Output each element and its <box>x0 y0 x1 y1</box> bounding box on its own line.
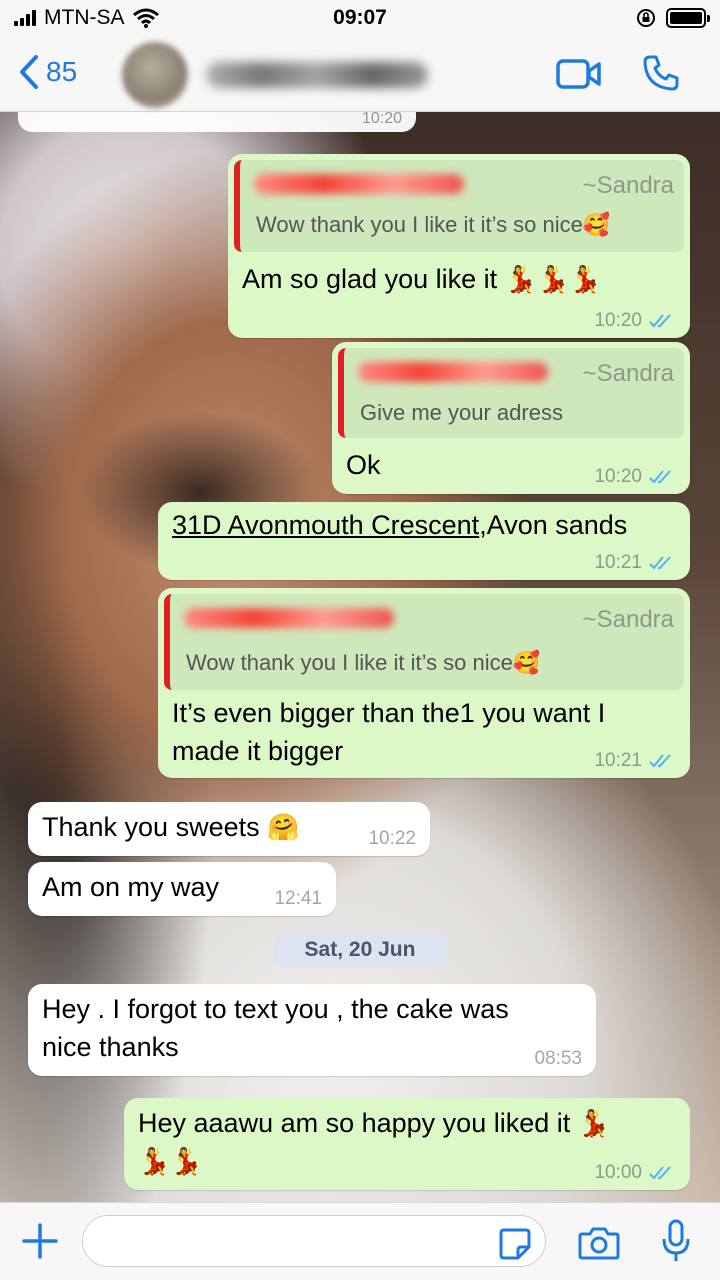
dancer-emoji: 💃 <box>577 1108 611 1138</box>
quoted-message[interactable]: ~Sandra Wow thank you I like it it’s so … <box>234 160 684 252</box>
quoted-sender-redacted <box>254 174 464 194</box>
unread-count: 85 <box>46 56 78 87</box>
incoming-message[interactable]: Thank you sweets 🤗 10:22 <box>28 802 430 856</box>
quoted-message[interactable]: ~Sandra Wow thank you I like it it’s so … <box>164 594 684 690</box>
chat-area[interactable]: 10:20 ~Sandra Wow thank you I like it it… <box>0 112 720 1202</box>
dancer-emoji: 💃💃 <box>138 1146 203 1176</box>
message-line-2: made it bigger <box>172 736 344 766</box>
hugging-emoji: 🤗 <box>267 812 300 842</box>
video-call-button[interactable] <box>556 58 602 95</box>
quoted-text: Give me your adress <box>360 400 563 425</box>
message-meta: 10:20 <box>594 310 676 332</box>
outgoing-message[interactable]: 31D Avonmouth Crescent,Avon sands 10:21 <box>158 502 690 580</box>
clock: 09:07 <box>333 6 387 29</box>
message-line-2: 💃💃 <box>138 1142 203 1180</box>
camera-icon <box>578 1227 620 1260</box>
camera-button[interactable] <box>578 1225 620 1266</box>
quoted-text: Wow thank you I like it it’s so nice🥰 <box>186 650 541 675</box>
quoted-sender-redacted <box>184 608 394 628</box>
read-ticks-icon <box>649 754 671 768</box>
phone-icon <box>643 55 679 91</box>
read-ticks-icon <box>649 556 671 570</box>
read-ticks-icon <box>649 1166 671 1180</box>
outgoing-message[interactable]: ~Sandra Give me your adress Ok 10:20 <box>332 342 690 494</box>
message-input-bar <box>0 1202 720 1280</box>
message-text: Am on my way <box>42 872 220 902</box>
quoted-author: ~Sandra <box>582 360 674 387</box>
message-input[interactable] <box>82 1215 546 1267</box>
message-time: 10:20 <box>594 466 642 487</box>
address-link[interactable]: 31D Avonmouth Crescent <box>172 510 479 540</box>
status-bar: MTN-SA 09:07 <box>0 0 720 38</box>
date-separator: Sat, 20 Jun <box>274 932 446 968</box>
contact-avatar[interactable] <box>122 42 188 108</box>
contact-name-redacted[interactable] <box>206 62 428 88</box>
incoming-message[interactable]: Am on my way 12:41 <box>28 862 336 916</box>
message-time: 10:21 <box>594 750 642 771</box>
microphone-icon <box>662 1219 690 1261</box>
back-button[interactable]: 85 <box>18 54 77 90</box>
quoted-author: ~Sandra <box>582 606 674 633</box>
quoted-message[interactable]: ~Sandra Give me your adress <box>338 348 684 438</box>
back-chevron-icon <box>20 55 38 89</box>
message-meta: 10:20 <box>594 466 676 488</box>
voice-record-button[interactable] <box>660 1219 692 1268</box>
read-ticks-icon <box>649 470 671 484</box>
message-text: Ok <box>346 450 381 480</box>
previous-message[interactable]: 10:20 <box>18 112 416 132</box>
quoted-text: Wow thank you I like it it’s so nice🥰 <box>256 212 611 237</box>
message-line-2: nice thanks <box>42 1032 179 1062</box>
read-ticks-icon <box>649 314 671 328</box>
attach-button[interactable] <box>20 1221 60 1266</box>
sticker-button[interactable] <box>498 1227 532 1266</box>
message-line-1: Hey . I forgot to text you , the cake wa… <box>42 994 509 1024</box>
message-meta: 10:00 <box>594 1162 676 1184</box>
message-time: 10:22 <box>368 828 416 849</box>
message-time: 12:41 <box>274 888 322 909</box>
message-meta: 12:41 <box>274 888 322 910</box>
sticker-icon <box>499 1228 531 1260</box>
message-time: 08:53 <box>534 1048 582 1069</box>
message-meta: 08:53 <box>534 1048 582 1070</box>
outgoing-message[interactable]: ~Sandra Wow thank you I like it it’s so … <box>228 154 690 338</box>
message-text: ,Avon sands <box>479 510 628 540</box>
message-meta: 10:22 <box>368 828 416 850</box>
lock-rotation-icon <box>637 9 655 27</box>
message-text: Thank you sweets <box>42 812 260 842</box>
incoming-message[interactable]: Hey . I forgot to text you , the cake wa… <box>28 984 596 1076</box>
message-line-1: Hey aaawu am so happy you liked it 💃 <box>138 1104 610 1142</box>
message-text-row: Am so glad you like it 💃💃💃 <box>242 260 602 298</box>
message-text-row: 31D Avonmouth Crescent,Avon sands <box>172 506 627 544</box>
outgoing-message[interactable]: Hey aaawu am so happy you liked it 💃 💃💃 … <box>124 1098 690 1190</box>
message-text-row: Thank you sweets 🤗 <box>42 808 300 846</box>
video-call-icon <box>556 59 601 89</box>
quoted-sender-redacted <box>358 362 548 382</box>
message-text: Am so glad you like it <box>242 264 498 294</box>
chat-header: 85 <box>0 38 720 112</box>
battery-icon <box>666 8 710 28</box>
status-right <box>636 8 710 28</box>
message-meta: 10:21 <box>594 552 676 574</box>
message-time: 10:00 <box>594 1162 642 1183</box>
voice-call-button[interactable] <box>642 54 680 97</box>
outgoing-message[interactable]: ~Sandra Wow thank you I like it it’s so … <box>158 588 690 778</box>
message-line-1: It’s even bigger than the1 you want I <box>172 698 606 728</box>
message-time: 10:21 <box>594 552 642 573</box>
message-meta: 10:21 <box>594 750 676 772</box>
quoted-author: ~Sandra <box>582 172 674 199</box>
message-text: Hey aaawu am so happy you liked it <box>138 1108 571 1138</box>
plus-icon <box>22 1223 58 1259</box>
message-time: 10:20 <box>594 310 642 331</box>
dancer-emoji: 💃💃💃 <box>504 264 602 294</box>
